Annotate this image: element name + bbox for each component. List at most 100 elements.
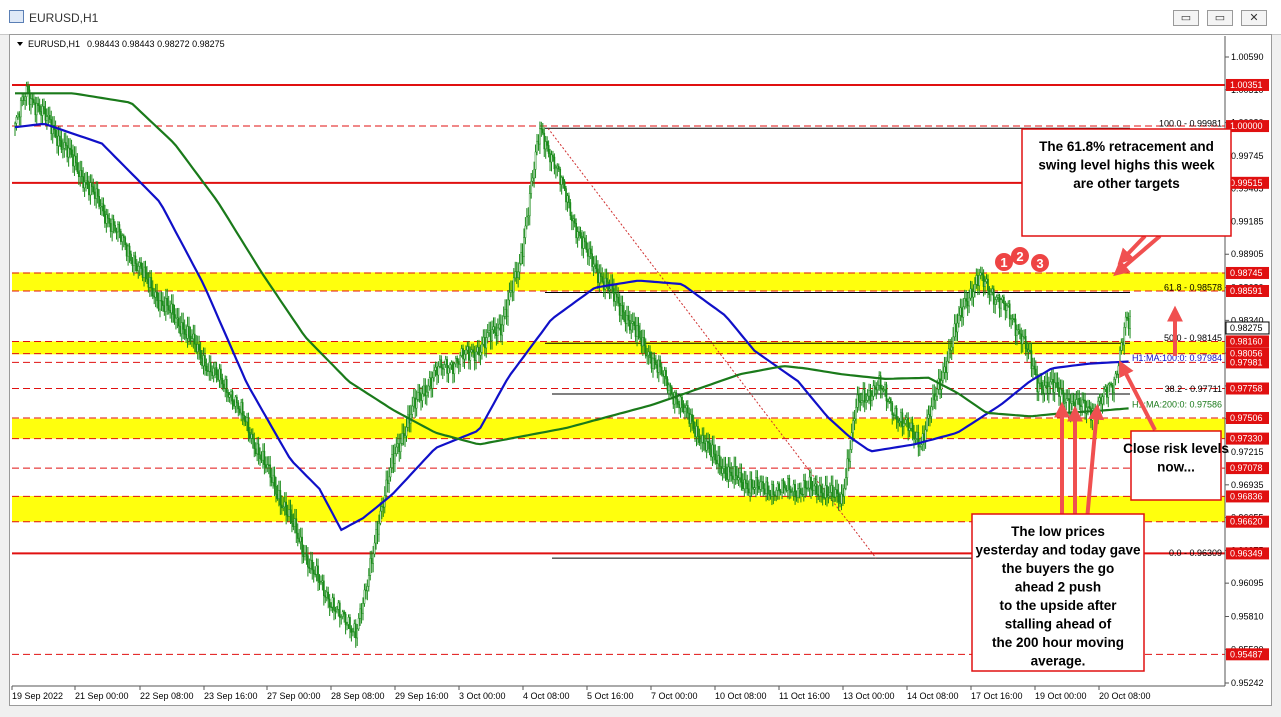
candle-body bbox=[164, 297, 167, 312]
candle bbox=[359, 603, 361, 626]
candle bbox=[1100, 393, 1102, 410]
candle bbox=[831, 475, 834, 507]
candle-body bbox=[1069, 403, 1072, 413]
candle-body bbox=[439, 359, 441, 367]
candle bbox=[1126, 311, 1129, 321]
candle-body bbox=[556, 165, 559, 169]
candle-body bbox=[130, 253, 132, 261]
candle-body bbox=[151, 287, 154, 297]
candle bbox=[405, 417, 408, 442]
candle bbox=[637, 317, 640, 340]
candle bbox=[782, 478, 785, 494]
candle bbox=[343, 609, 345, 623]
symbol-label: EURUSD,H1 bbox=[28, 39, 80, 49]
candle bbox=[489, 321, 492, 350]
candle bbox=[805, 480, 808, 497]
candle-body bbox=[781, 480, 783, 493]
candle bbox=[228, 391, 231, 403]
candle bbox=[1037, 374, 1040, 402]
candle bbox=[54, 120, 57, 139]
candle bbox=[404, 426, 406, 447]
candle-body bbox=[405, 426, 408, 437]
candle-body bbox=[427, 385, 430, 393]
level-price-label: 0.97506 bbox=[1230, 413, 1263, 423]
candle bbox=[512, 268, 515, 302]
candle-body bbox=[501, 324, 504, 336]
candle bbox=[927, 405, 930, 427]
candle bbox=[396, 433, 399, 455]
candle bbox=[721, 458, 724, 481]
x-tick-label: 22 Sep 08:00 bbox=[140, 691, 194, 701]
candle bbox=[990, 288, 992, 302]
candle bbox=[546, 136, 548, 152]
price-chart[interactable]: 100.0 - 0.9998161.8 - 0.9857850.0 - 0.98… bbox=[0, 0, 1281, 717]
candle bbox=[628, 310, 631, 334]
candle-body bbox=[325, 591, 328, 598]
candle-body bbox=[296, 532, 299, 539]
candle-body bbox=[401, 433, 403, 444]
candle bbox=[962, 297, 965, 326]
candle bbox=[961, 298, 963, 327]
candle-body bbox=[1034, 368, 1037, 375]
candle bbox=[998, 293, 1001, 318]
candle bbox=[891, 400, 894, 425]
candle-body bbox=[811, 488, 814, 491]
candle-body bbox=[646, 354, 649, 357]
candle bbox=[151, 280, 154, 300]
candle bbox=[369, 550, 372, 581]
candle-body bbox=[1007, 303, 1010, 307]
candle bbox=[468, 341, 470, 370]
candle bbox=[618, 293, 621, 323]
candle bbox=[372, 545, 374, 573]
candle bbox=[584, 231, 586, 249]
candle bbox=[518, 253, 521, 280]
candle bbox=[1056, 372, 1059, 393]
candle-body bbox=[183, 329, 186, 335]
candle-body bbox=[850, 432, 853, 450]
candle bbox=[186, 316, 189, 348]
candle bbox=[724, 456, 727, 481]
candle-body bbox=[278, 490, 280, 499]
candle-body bbox=[550, 154, 553, 163]
candle-body bbox=[80, 170, 83, 177]
candle bbox=[357, 613, 360, 631]
candle-body bbox=[67, 147, 70, 158]
candle bbox=[565, 185, 567, 211]
candle bbox=[14, 121, 16, 137]
candle bbox=[1046, 372, 1049, 401]
candle bbox=[101, 197, 103, 216]
candle bbox=[356, 623, 359, 647]
x-tick-label: 10 Oct 08:00 bbox=[715, 691, 767, 701]
candle-body bbox=[990, 291, 992, 295]
candle-body bbox=[140, 262, 143, 269]
candle-body bbox=[147, 278, 150, 288]
candle-body bbox=[549, 153, 551, 163]
candle bbox=[363, 583, 366, 607]
candle-body bbox=[965, 298, 968, 302]
candle-body bbox=[984, 281, 986, 287]
candle-body bbox=[391, 454, 393, 468]
candle bbox=[515, 261, 518, 284]
candle-body bbox=[853, 418, 856, 421]
candle bbox=[1059, 379, 1062, 406]
candle bbox=[82, 167, 85, 192]
candle bbox=[365, 583, 367, 600]
candle-body bbox=[314, 573, 316, 576]
candle-body bbox=[649, 351, 651, 359]
candle bbox=[510, 280, 512, 298]
candle-body bbox=[28, 89, 31, 105]
candle bbox=[402, 423, 405, 446]
candle bbox=[547, 140, 550, 158]
buyers-note-box: The low pricesyesterday and today gaveth… bbox=[971, 513, 1145, 672]
candle bbox=[201, 350, 203, 370]
candle bbox=[1092, 403, 1095, 416]
candle bbox=[789, 485, 792, 499]
candle bbox=[417, 383, 419, 402]
candle-body bbox=[378, 523, 380, 535]
candle bbox=[771, 480, 773, 506]
candle-body bbox=[831, 485, 834, 497]
candle bbox=[452, 360, 454, 384]
candle bbox=[430, 371, 432, 398]
candle-body bbox=[559, 168, 562, 185]
candle bbox=[610, 274, 612, 299]
